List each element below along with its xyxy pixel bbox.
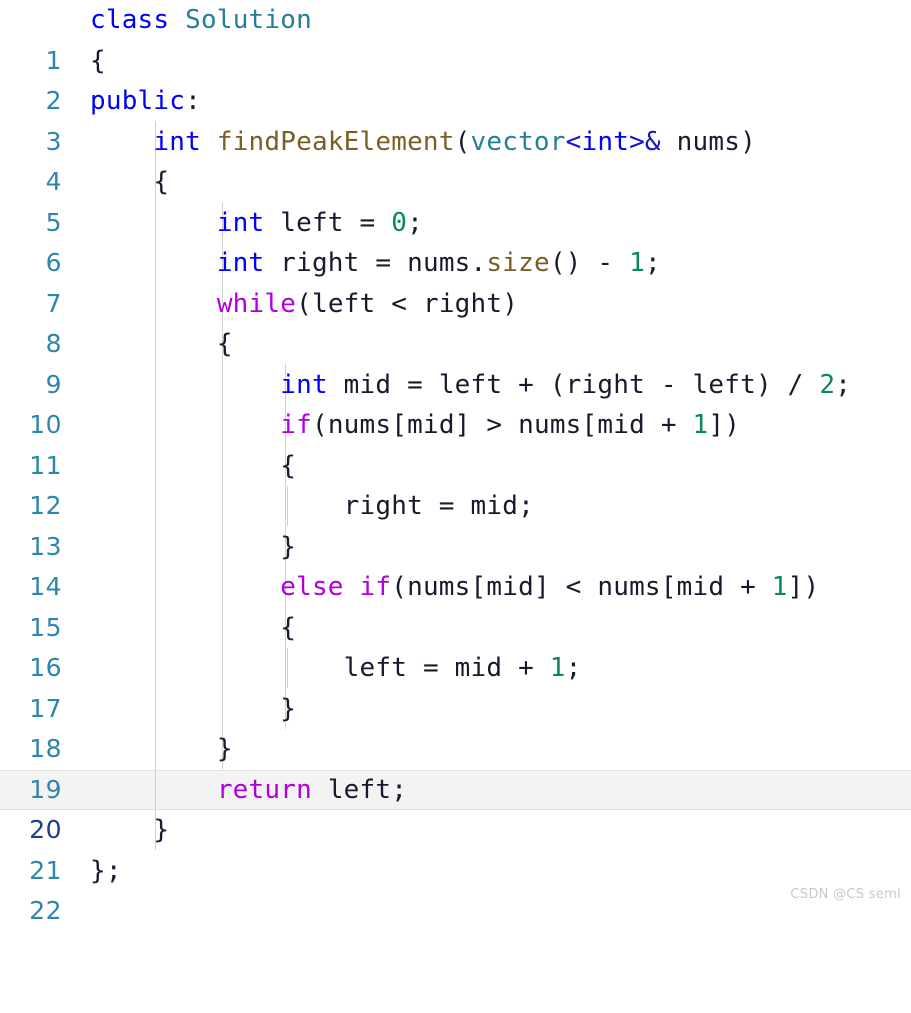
line-content: } [216,734,233,764]
watermark: CSDN @CS semi [790,887,901,902]
line-content: public: [90,86,201,116]
code-line[interactable]: 6 int left = 0; [0,203,911,278]
line-content: { [280,450,297,481]
line-content: int findPeakElement(vector<int>& nums) [153,126,756,157]
code-line[interactable]: 12 { [0,446,911,521]
code-line[interactable]: 15 else if(nums[mid] < nums[mid + 1]) [0,567,911,642]
code-editor[interactable]: 1 class Solution 2 { 3 public: 4 int fin… [0,0,911,926]
code-lines-container[interactable]: 1 class Solution 2 { 3 public: 4 int fin… [0,0,911,926]
line-content: { [90,45,106,76]
code-line[interactable]: 22 }; [0,851,911,926]
code-line[interactable]: 7 int right = nums.size() - 1; [0,243,911,318]
code-line[interactable]: 2 { [0,41,911,116]
code-line[interactable]: 19 } [0,729,911,804]
line-content: { [216,329,233,359]
code-line[interactable]: 1 class Solution [0,0,911,75]
code-line[interactable]: 10 int mid = left + (right - left) / 2; [0,365,911,440]
code-line[interactable]: 18 } [0,689,911,764]
code-line[interactable]: 16 { [0,608,911,683]
line-content: while(left < right) [216,288,519,319]
line-content: } [280,693,297,724]
line-content: if(nums[mid] > nums[mid + 1]) [280,410,741,440]
line-content: right = mid; [343,491,534,521]
code-line[interactable]: 13 right = mid; [0,486,911,561]
line-content: }; [90,855,122,886]
code-line[interactable]: 3 public: [0,81,911,156]
line-content: int left = 0; [216,207,423,238]
line-content: int mid = left + (right - left) / 2; [280,369,852,400]
line-content: } [280,531,297,562]
line-content: { [280,612,297,643]
code-line-active[interactable]: 20 return left; [0,770,911,845]
line-content: class Solution [90,5,312,35]
line-content: else if(nums[mid] < nums[mid + 1]) [280,572,820,602]
code-line[interactable]: 9 { [0,324,911,399]
code-line[interactable]: 4 int findPeakElement(vector<int>& nums) [0,122,911,197]
code-line[interactable]: 14 } [0,527,911,602]
line-number: 22 [29,896,62,925]
code-line[interactable]: 21 } [0,810,911,885]
line-content: return left; [216,774,408,805]
line-content: left = mid + 1; [343,653,582,683]
code-line[interactable]: 11 if(nums[mid] > nums[mid + 1]) [0,405,911,480]
code-line[interactable]: 5 { [0,162,911,237]
code-line[interactable]: 17 left = mid + 1; [0,648,911,723]
line-content: } [153,815,170,845]
code-line[interactable]: 8 while(left < right) [0,284,911,359]
line-content: int right = nums.size() - 1; [216,248,661,278]
line-content: { [153,167,170,197]
